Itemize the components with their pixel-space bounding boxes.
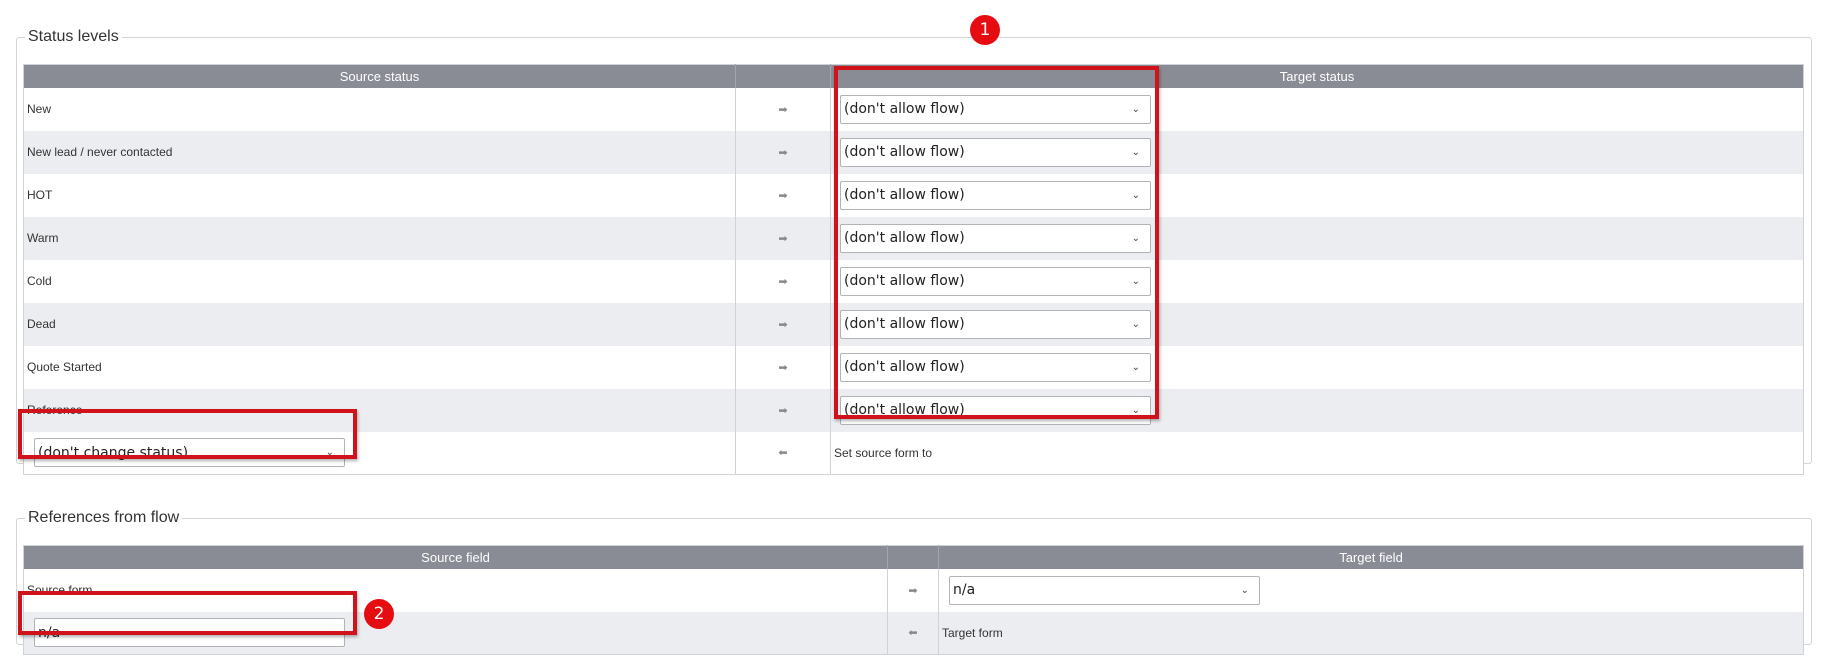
chevron-down-icon: ⌄ bbox=[1131, 232, 1140, 244]
source-field-select[interactable]: n/a ⌄ bbox=[34, 618, 345, 648]
chevron-down-icon: ⌄ bbox=[1240, 584, 1249, 596]
select-value: (don't allow flow) bbox=[844, 359, 965, 375]
chevron-down-icon: ⌄ bbox=[325, 627, 334, 639]
arrow-right-icon: ➡ bbox=[735, 259, 831, 303]
target-status-select[interactable]: (don't allow flow) ⌄ bbox=[840, 223, 1151, 253]
arrow-header bbox=[887, 545, 939, 569]
chevron-down-icon: ⌄ bbox=[1131, 361, 1140, 373]
source-status-select[interactable]: (don't change status) ⌄ bbox=[34, 438, 345, 468]
table-row: Dead ➡ (don't allow flow) ⌄ bbox=[23, 302, 1804, 346]
table-row: Reference ➡ (don't allow flow) ⌄ bbox=[23, 388, 1804, 432]
source-status-label: Warm bbox=[23, 216, 736, 260]
source-status-label: New bbox=[23, 87, 736, 131]
target-status-select[interactable]: (don't allow flow) ⌄ bbox=[840, 395, 1151, 425]
source-field-header: Source field bbox=[23, 545, 888, 569]
arrow-header bbox=[735, 64, 831, 88]
target-status-select[interactable]: (don't allow flow) ⌄ bbox=[840, 266, 1151, 296]
target-status-select[interactable]: (don't allow flow) ⌄ bbox=[840, 352, 1151, 382]
source-form-label: Source form bbox=[23, 568, 888, 612]
arrow-right-icon: ➡ bbox=[887, 568, 939, 612]
target-field-header: Target field bbox=[938, 545, 1804, 569]
arrow-right-icon: ➡ bbox=[735, 216, 831, 260]
annotation-badge-2: 2 bbox=[364, 599, 394, 629]
target-status-select[interactable]: (don't allow flow) ⌄ bbox=[840, 137, 1151, 167]
select-value: (don't allow flow) bbox=[844, 316, 965, 332]
annotation-badge-1: 1 bbox=[970, 15, 1000, 45]
table-row: n/a ⌄ ⬅ Target form bbox=[23, 611, 1804, 655]
chevron-down-icon: ⌄ bbox=[1131, 275, 1140, 287]
source-status-label: Quote Started bbox=[23, 345, 736, 389]
source-status-header: Source status bbox=[23, 64, 736, 88]
table-row: Warm ➡ (don't allow flow) ⌄ bbox=[23, 216, 1804, 260]
select-value: (don't allow flow) bbox=[844, 144, 965, 160]
source-status-label: HOT bbox=[23, 173, 736, 217]
source-status-label: Dead bbox=[23, 302, 736, 346]
target-status-header: Target status bbox=[830, 64, 1804, 88]
chevron-down-icon: ⌄ bbox=[1131, 404, 1140, 416]
arrow-right-icon: ➡ bbox=[735, 302, 831, 346]
select-value: (don't allow flow) bbox=[844, 101, 965, 117]
chevron-down-icon: ⌄ bbox=[1131, 189, 1140, 201]
source-status-label: Cold bbox=[23, 259, 736, 303]
target-form-label: Target form bbox=[938, 611, 1804, 655]
table-row: New lead / never contacted ➡ (don't allo… bbox=[23, 130, 1804, 174]
select-value: (don't change status) bbox=[38, 444, 189, 461]
chevron-down-icon: ⌄ bbox=[1131, 103, 1140, 115]
select-value: n/a bbox=[38, 624, 61, 641]
chevron-down-icon: ⌄ bbox=[1131, 318, 1140, 330]
arrow-left-icon: ⬅ bbox=[887, 611, 939, 655]
target-status-select[interactable]: (don't allow flow) ⌄ bbox=[840, 180, 1151, 210]
chevron-down-icon: ⌄ bbox=[325, 447, 334, 459]
target-field-select[interactable]: n/a ⌄ bbox=[949, 575, 1260, 605]
table-row: New ➡ (don't allow flow) ⌄ bbox=[23, 87, 1804, 131]
arrow-right-icon: ➡ bbox=[735, 130, 831, 174]
table-row: (don't change status) ⌄ ⬅ Set source form… bbox=[23, 431, 1804, 475]
table-row: Source form ➡ n/a ⌄ bbox=[23, 568, 1804, 612]
references-legend: References from flow bbox=[28, 509, 180, 526]
select-value: (don't allow flow) bbox=[844, 273, 965, 289]
select-value: n/a bbox=[953, 582, 976, 598]
references-section: References from flow Source field Target… bbox=[16, 509, 1812, 655]
arrow-right-icon: ➡ bbox=[735, 87, 831, 131]
select-value: (don't allow flow) bbox=[844, 402, 965, 418]
set-source-form-label: Set source form to bbox=[830, 431, 1804, 475]
arrow-left-icon: ⬅ bbox=[735, 431, 831, 475]
status-levels-legend: Status levels bbox=[28, 28, 119, 45]
arrow-right-icon: ➡ bbox=[735, 173, 831, 217]
target-status-select[interactable]: (don't allow flow) ⌄ bbox=[840, 309, 1151, 339]
status-levels-section: Status levels Source status Target statu… bbox=[16, 28, 1812, 475]
table-row: Quote Started ➡ (don't allow flow) ⌄ bbox=[23, 345, 1804, 389]
target-status-select[interactable]: (don't allow flow) ⌄ bbox=[840, 94, 1151, 124]
chevron-down-icon: ⌄ bbox=[1131, 146, 1140, 158]
source-status-label: New lead / never contacted bbox=[23, 130, 736, 174]
source-status-label: Reference bbox=[23, 388, 736, 432]
select-value: (don't allow flow) bbox=[844, 187, 965, 203]
references-table: Source field Target field Source form ➡ … bbox=[23, 545, 1804, 655]
table-row: HOT ➡ (don't allow flow) ⌄ bbox=[23, 173, 1804, 217]
table-row: Cold ➡ (don't allow flow) ⌄ bbox=[23, 259, 1804, 303]
select-value: (don't allow flow) bbox=[844, 230, 965, 246]
arrow-right-icon: ➡ bbox=[735, 345, 831, 389]
status-levels-table: Source status Target status New ➡ (don't… bbox=[23, 64, 1804, 475]
arrow-right-icon: ➡ bbox=[735, 388, 831, 432]
